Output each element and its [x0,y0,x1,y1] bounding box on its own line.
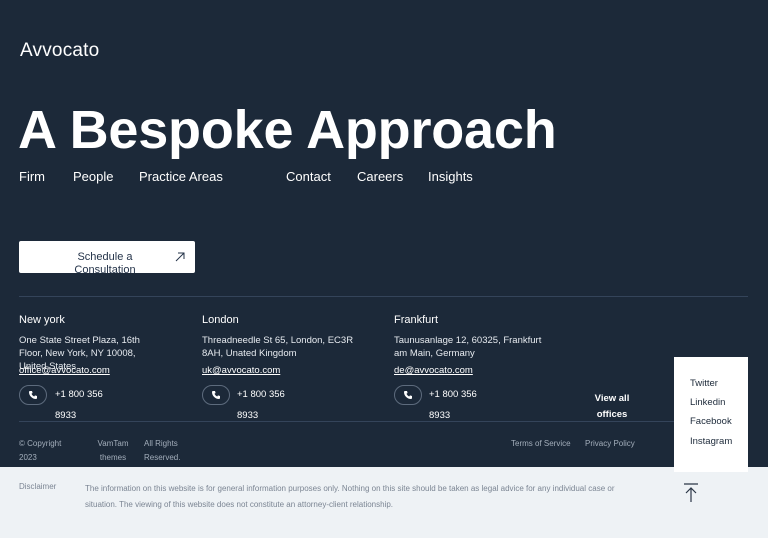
phone-button[interactable] [19,385,47,405]
office-address: Threadneedle St 65, London, EC3R 8AH, Un… [202,335,354,359]
view-all-line1: View all [594,393,630,404]
view-all-offices-link[interactable]: View all offices [588,391,636,423]
vamtam-line1: VamTam [97,439,129,448]
social-instagram-link[interactable]: Instagram [690,436,732,447]
phone-icon [212,391,220,399]
phone-icon [29,391,37,399]
copyright-line1: © Copyright [19,439,62,448]
phone-button[interactable] [202,385,230,405]
office-city: Frankfurt [394,314,439,326]
office-phone-cont[interactable]: 8933 [237,410,258,421]
divider [19,296,748,297]
office-email-link[interactable]: de@avvocato.com [394,365,473,376]
phone-icon [404,391,412,399]
vamtam-link[interactable]: VamTam themes [97,437,129,465]
social-facebook-link[interactable]: Facebook [690,416,732,427]
office-address: Taunusanlage 12, 60325, Frankfurt am Mai… [394,335,542,359]
disclaimer-label: Disclaimer [19,482,57,491]
arrow-up-right-icon [174,250,186,268]
social-links-panel: Twitter Linkedin Facebook Instagram [674,357,748,472]
office-city: New york [19,314,65,326]
nav-people[interactable]: People [73,169,113,184]
hero-headline: A Bespoke Approach [18,100,557,160]
office-phone[interactable]: +1 800 356 [55,389,103,400]
nav-careers[interactable]: Careers [357,169,403,184]
nav-insights[interactable]: Insights [428,169,473,184]
site-logo[interactable]: Avvocato [20,40,99,62]
office-phone[interactable]: +1 800 356 [237,389,285,400]
office-phone-cont[interactable]: 8933 [55,410,76,421]
vamtam-line2: themes [99,453,127,462]
nav-practice-areas[interactable]: Practice Areas [139,169,223,184]
copyright: © Copyright 2023 [19,437,61,465]
phone-button[interactable] [394,385,422,405]
rights-line2: Reserved. [144,453,181,462]
office-email-link[interactable]: uk@avvocato.com [202,365,280,376]
nav-firm[interactable]: Firm [19,169,45,184]
privacy-policy-link[interactable]: Privacy Policy [585,437,635,451]
social-twitter-link[interactable]: Twitter [690,378,718,389]
cta-label: Schedule a Consultation [74,251,136,273]
schedule-consultation-button[interactable]: Schedule a Consultation [19,241,195,273]
terms-of-service-link[interactable]: Terms of Service [511,437,571,451]
social-linkedin-link[interactable]: Linkedin [690,397,725,408]
office-phone[interactable]: +1 800 356 [429,389,477,400]
divider [19,421,674,422]
rights-line1: All Rights [144,439,178,448]
all-rights-reserved: All Rights Reserved. [144,437,180,465]
back-to-top-icon[interactable] [683,483,699,508]
office-email-link[interactable]: office@avvocato.com [19,365,110,376]
office-city: London [202,314,239,326]
copyright-line2: 2023 [19,453,37,462]
office-phone-cont[interactable]: 8933 [429,410,450,421]
nav-contact[interactable]: Contact [286,169,331,184]
disclaimer-text: The information on this website is for g… [85,484,615,509]
disclaimer-bar: Disclaimer The information on this websi… [0,467,768,538]
